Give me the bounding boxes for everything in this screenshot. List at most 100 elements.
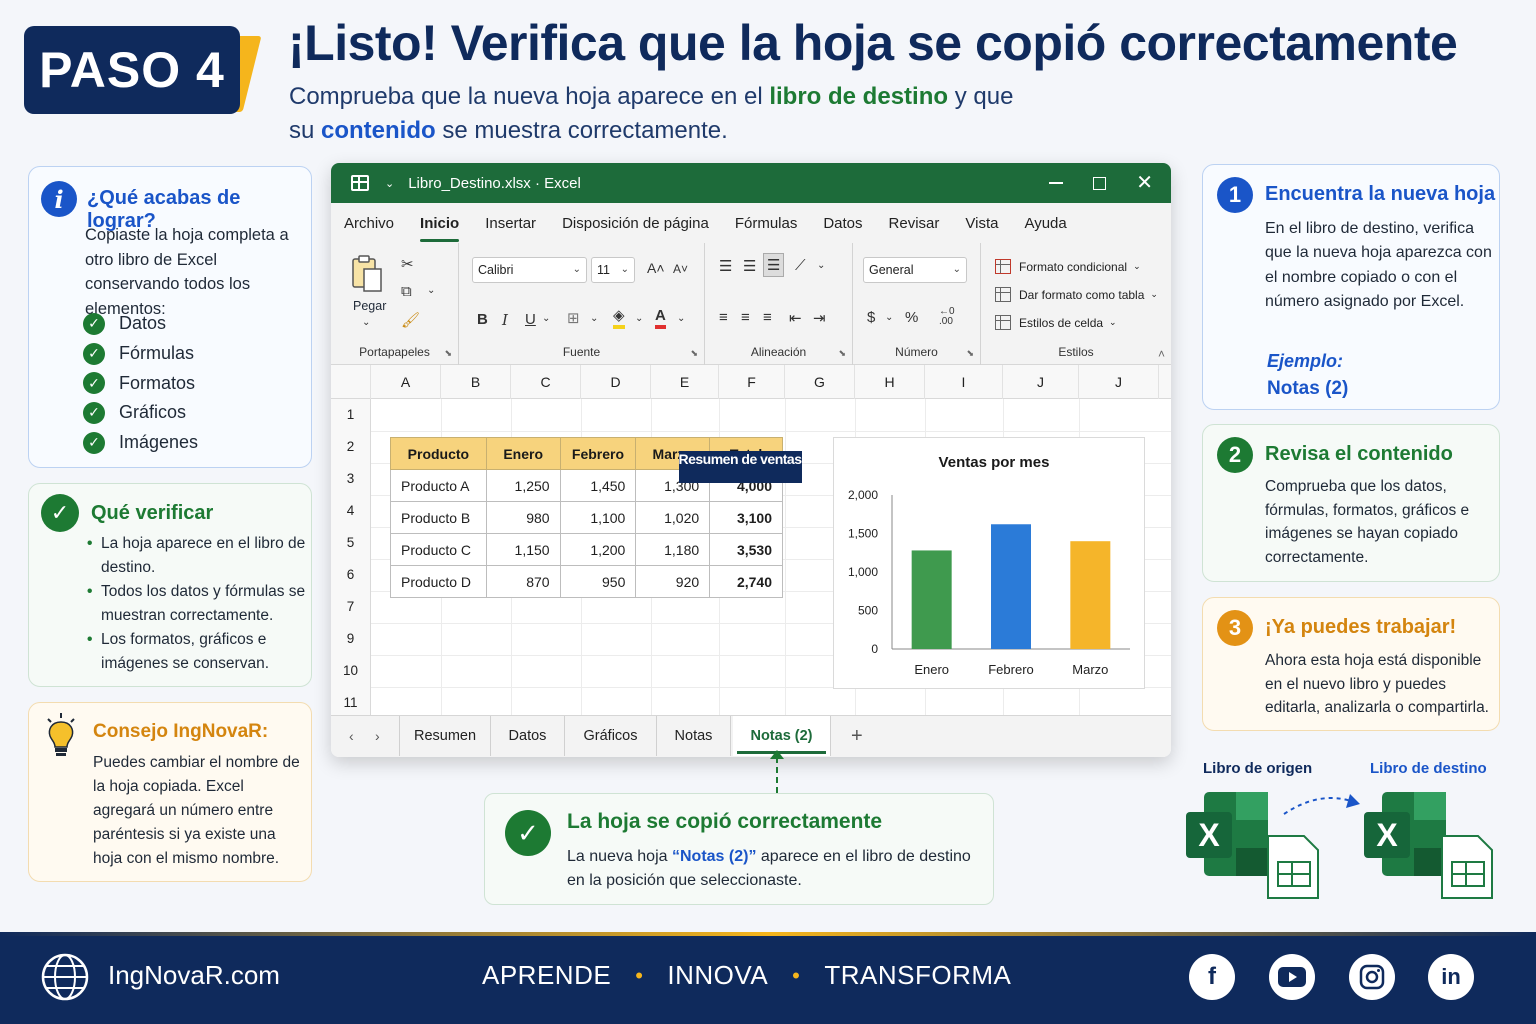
column-header[interactable]: I [925, 365, 1003, 399]
table-cell[interactable]: Producto B [390, 501, 487, 534]
table-cell[interactable]: 1,020 [635, 501, 711, 534]
currency-icon[interactable]: $ [867, 309, 875, 326]
table-cell[interactable]: 1,180 [635, 533, 711, 566]
tab-archivo[interactable]: Archivo [344, 215, 394, 232]
font-size-select[interactable]: 11 ⌄ [591, 257, 635, 283]
chevron-down-icon[interactable]: ⌄ [817, 260, 825, 271]
font-name-select[interactable]: Calibri ⌄ [472, 257, 587, 283]
chevron-right-icon[interactable]: › [375, 716, 380, 756]
align-bottom-icon[interactable]: ☰ [763, 253, 785, 277]
column-header[interactable]: B [441, 365, 511, 399]
orientation-icon[interactable]: ⟋ [795, 257, 806, 274]
tab-disposicion[interactable]: Disposición de página [562, 215, 709, 232]
borders-icon[interactable]: ⊞ [567, 309, 580, 327]
tab-insertar[interactable]: Insertar [485, 215, 536, 232]
cell-styles-button[interactable]: Estilos de celda ⌄ [995, 315, 1117, 330]
sales-chart[interactable]: Ventas por mes 0 500 1,000 1,500 2,000 Enero Fe… [833, 437, 1145, 689]
sheet-tab-resumen[interactable]: Resumen [399, 716, 491, 756]
column-header[interactable]: J [1003, 365, 1079, 399]
percent-icon[interactable]: % [905, 309, 918, 326]
spreadsheet-grid[interactable]: A B C D E F G H I J J 1 2 3 4 5 6 7 9 10 11 Resum… [331, 365, 1171, 720]
table-cell[interactable]: 980 [485, 501, 561, 534]
select-all-corner[interactable] [331, 365, 371, 399]
row-header[interactable]: 10 [331, 655, 371, 687]
table-cell-total[interactable]: 3,530 [709, 533, 783, 566]
format-painter-icon[interactable]: 🖌 [401, 311, 420, 329]
maximize-button[interactable] [1093, 176, 1107, 190]
table-cell[interactable]: 1,100 [559, 501, 637, 534]
align-center-icon[interactable]: ≡ [741, 309, 750, 326]
increase-font-icon[interactable]: A˄ [647, 260, 665, 276]
dialog-launcher-icon[interactable]: ⬊ [838, 348, 846, 359]
row-header[interactable]: 5 [331, 527, 371, 559]
table-cell[interactable]: 1,450 [559, 469, 637, 502]
add-sheet-icon[interactable]: + [851, 716, 863, 756]
column-header[interactable]: C [511, 365, 581, 399]
chevron-down-icon[interactable]: ⌄ [885, 312, 893, 323]
dialog-launcher-icon[interactable]: ⬊ [966, 348, 974, 359]
website-link[interactable]: IngNovaR.com [108, 960, 280, 991]
cut-icon[interactable]: ✂ [401, 255, 414, 273]
row-header[interactable]: 9 [331, 623, 371, 655]
youtube-icon[interactable] [1269, 954, 1315, 1000]
row-header[interactable]: 4 [331, 495, 371, 527]
tab-revisar[interactable]: Revisar [889, 215, 940, 232]
chevron-down-icon[interactable]: ⌄ [427, 285, 435, 296]
dialog-launcher-icon[interactable]: ⬊ [690, 348, 698, 359]
chevron-down-icon[interactable]: ⌄ [635, 313, 643, 324]
underline-icon[interactable]: U [525, 311, 536, 328]
align-top-icon[interactable]: ☰ [719, 257, 732, 275]
row-header[interactable]: 3 [331, 463, 371, 495]
dialog-launcher-icon[interactable]: ⬊ [444, 348, 452, 359]
chevron-down-icon[interactable]: ⌄ [385, 177, 394, 190]
decimal-icon[interactable]: ←0.00 [939, 307, 955, 327]
chevron-down-icon[interactable]: ⌄ [362, 317, 370, 328]
table-cell[interactable]: 1,250 [485, 469, 561, 502]
column-header[interactable]: D [581, 365, 651, 399]
format-as-table-button[interactable]: Dar formato como tabla ⌄ [995, 287, 1158, 302]
tab-datos[interactable]: Datos [823, 215, 862, 232]
number-format-select[interactable]: General ⌄ [863, 257, 967, 283]
row-header[interactable]: 7 [331, 591, 371, 623]
column-header[interactable]: E [651, 365, 719, 399]
column-header[interactable]: H [855, 365, 925, 399]
copy-icon[interactable]: ⧉ [401, 283, 412, 300]
column-header[interactable]: G [785, 365, 855, 399]
sheet-tab-notas[interactable]: Notas [657, 716, 731, 756]
row-header[interactable]: 1 [331, 399, 371, 431]
table-cell[interactable]: 1,150 [485, 533, 561, 566]
collapse-ribbon-icon[interactable]: ˄ [1158, 347, 1165, 361]
table-cell-total[interactable]: 3,100 [709, 501, 783, 534]
column-header[interactable]: A [371, 365, 441, 399]
table-cell[interactable]: 920 [635, 565, 711, 598]
table-cell[interactable]: Producto D [390, 565, 487, 598]
table-cell[interactable]: 870 [485, 565, 561, 598]
align-middle-icon[interactable]: ☰ [743, 257, 756, 275]
bold-icon[interactable]: B [477, 311, 488, 328]
paste-icon[interactable] [349, 253, 385, 293]
chevron-left-icon[interactable]: ‹ [349, 716, 354, 756]
chevron-down-icon[interactable]: ⌄ [677, 313, 685, 324]
table-cell[interactable]: Producto A [390, 469, 487, 502]
chevron-down-icon[interactable]: ⌄ [590, 313, 598, 324]
font-color-icon[interactable]: A [655, 307, 666, 329]
tab-vista[interactable]: Vista [965, 215, 998, 232]
table-cell[interactable]: 950 [559, 565, 637, 598]
table-cell-total[interactable]: 2,740 [709, 565, 783, 598]
column-header[interactable]: J [1079, 365, 1159, 399]
fill-color-icon[interactable]: ◈ [613, 307, 625, 329]
chevron-down-icon[interactable]: ⌄ [542, 313, 550, 324]
italic-icon[interactable]: I [502, 311, 508, 329]
decrease-indent-icon[interactable]: ⇤ [789, 309, 802, 327]
instagram-icon[interactable] [1349, 954, 1395, 1000]
tab-ayuda[interactable]: Ayuda [1024, 215, 1066, 232]
table-cell[interactable]: Producto C [390, 533, 487, 566]
tab-formulas[interactable]: Fórmulas [735, 215, 798, 232]
row-header[interactable]: 2 [331, 431, 371, 463]
sheet-tab-graficos[interactable]: Gráficos [565, 716, 657, 756]
close-button[interactable]: ✕ [1136, 173, 1153, 193]
conditional-format-button[interactable]: Formato condicional ⌄ [995, 259, 1141, 274]
row-header[interactable]: 6 [331, 559, 371, 591]
align-left-icon[interactable]: ≡ [719, 309, 728, 326]
table-cell[interactable]: 1,200 [559, 533, 637, 566]
